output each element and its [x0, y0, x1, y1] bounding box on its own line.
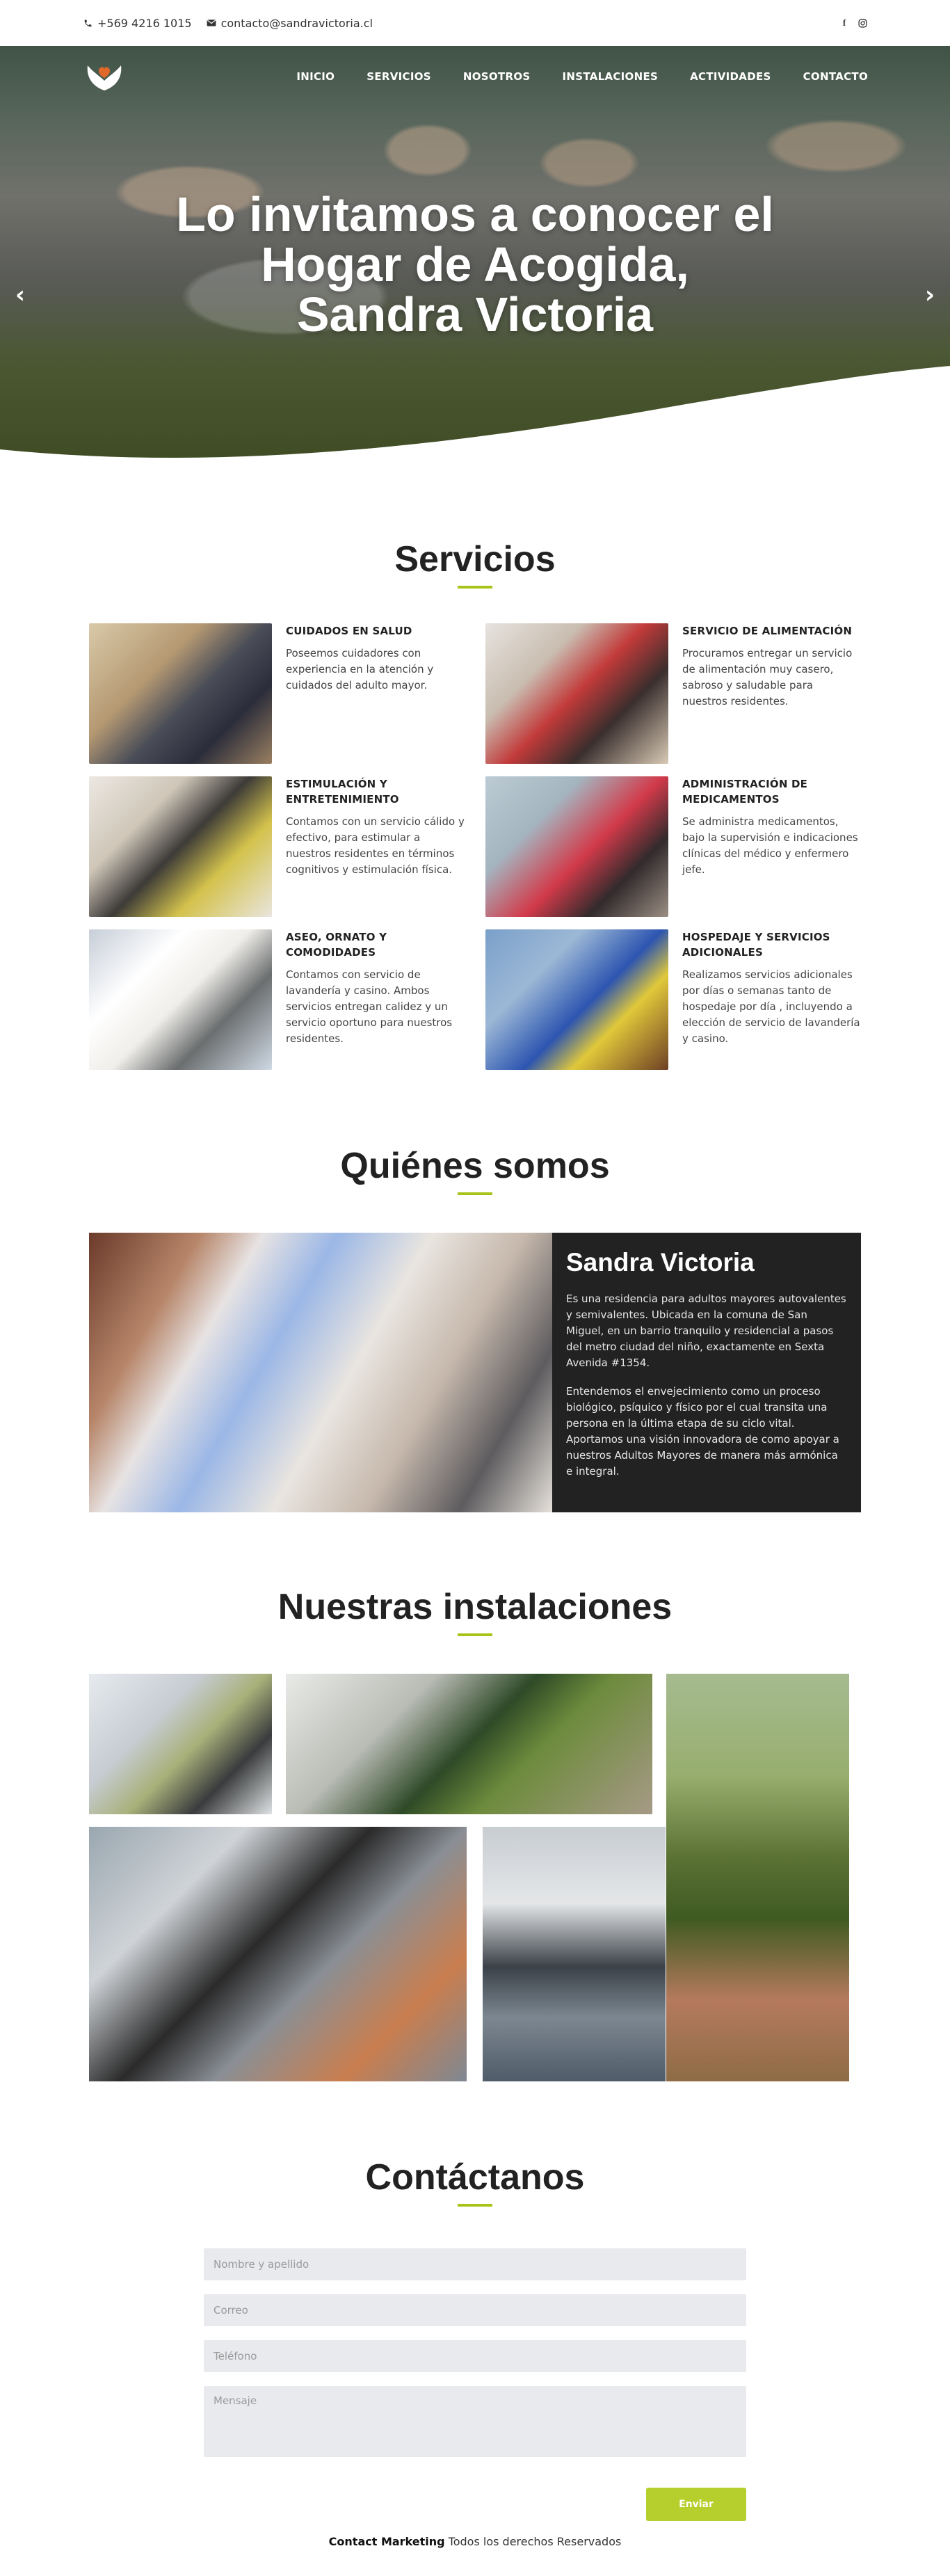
- about-text-panel: Sandra Victoria Es una residencia para a…: [552, 1233, 861, 1512]
- service-text: Procuramos entregar un servicio de alime…: [682, 647, 853, 707]
- service-image: [485, 623, 668, 764]
- section-title: Nuestras instalaciones: [277, 1587, 673, 1627]
- title-underline: [458, 2204, 492, 2207]
- service-card: ASEO, ORNATO Y COMODIDADES Contamos con s…: [89, 929, 465, 1070]
- message-field[interactable]: [204, 2386, 746, 2457]
- about-paragraph: Es una residencia para adultos mayores a…: [566, 1293, 846, 1369]
- section-title: Servicios: [394, 539, 556, 579]
- service-card: ADMINISTRACIÓN DE MEDICAMENTOS Se adminis…: [485, 776, 861, 917]
- nav-instalaciones[interactable]: INSTALACIONES: [562, 70, 658, 83]
- hero-title-line: Lo invitamos a conocer el: [176, 187, 774, 241]
- footer: Contact Marketing Todos los derechos Res…: [0, 2535, 950, 2548]
- hero-title: Lo invitamos a conocer el Hogar de Acogi…: [0, 189, 950, 339]
- envelope-icon: [206, 17, 217, 29]
- gallery-image[interactable]: [89, 1674, 272, 1814]
- service-image: [485, 776, 668, 917]
- services-section: Servicios CUIDADOS EN SALUD Poseemos cuid…: [0, 463, 950, 1070]
- section-title: Contáctanos: [365, 2157, 585, 2198]
- installations-section: Nuestras instalaciones: [0, 1512, 950, 2081]
- service-card: SERVICIO DE ALIMENTACIÓN Procuramos entre…: [485, 623, 861, 764]
- service-title: SERVICIO DE ALIMENTACIÓN: [682, 625, 853, 637]
- title-underline: [458, 586, 492, 589]
- about-image: [89, 1233, 552, 1512]
- phone-icon: [82, 17, 93, 29]
- nav-inicio[interactable]: INICIO: [296, 70, 335, 83]
- logo[interactable]: [82, 58, 127, 95]
- gallery-image[interactable]: [89, 1827, 467, 2081]
- service-card: HOSPEDAJE Y SERVICIOS ADICIONALES Realiza…: [485, 929, 861, 1070]
- service-title: ADMINISTRACIÓN DE MEDICAMENTOS: [682, 778, 808, 806]
- email-address: contacto@sandravictoria.cl: [220, 16, 373, 30]
- name-field[interactable]: [204, 2248, 746, 2280]
- menu: INICIO SERVICIOS NOSOTROS INSTALACIONES …: [296, 70, 868, 83]
- nav-nosotros[interactable]: NOSOTROS: [463, 70, 531, 83]
- about-paragraph: Entendemos el envejecimiento como un pro…: [566, 1385, 839, 1478]
- service-text: Poseemos cuidadores con experiencia en l…: [286, 647, 434, 691]
- footer-brand[interactable]: Contact Marketing: [329, 2535, 445, 2548]
- service-image: [89, 929, 272, 1070]
- about-section: Quiénes somos Sandra Victoria Es una res…: [0, 1070, 950, 1512]
- service-title: ASEO, ORNATO Y COMODIDADES: [286, 931, 387, 959]
- email-link[interactable]: contacto@sandravictoria.cl: [206, 17, 373, 30]
- service-image: [89, 623, 272, 764]
- service-title: CUIDADOS EN SALUD: [286, 625, 412, 637]
- hero-title-line: Sandra Victoria: [296, 287, 654, 342]
- contact-info: +569 4216 1015 contacto@sandravictoria.c…: [82, 17, 373, 30]
- about-box: Sandra Victoria Es una residencia para a…: [89, 1233, 861, 1512]
- services-grid: CUIDADOS EN SALUD Poseemos cuidadores con…: [89, 623, 861, 1070]
- service-card: CUIDADOS EN SALUD Poseemos cuidadores con…: [89, 623, 465, 764]
- service-text: Contamos con un servicio cálido y efecti…: [286, 815, 465, 876]
- service-title: ESTIMULACIÓN Y ENTRETENIMIENTO: [286, 778, 399, 806]
- main-nav: INICIO SERVICIOS NOSOTROS INSTALACIONES …: [0, 46, 950, 107]
- gallery-image[interactable]: [666, 1674, 849, 2081]
- send-button[interactable]: Enviar: [646, 2488, 746, 2521]
- installations-gallery: [89, 1674, 861, 2081]
- top-bar: +569 4216 1015 contacto@sandravictoria.c…: [0, 0, 950, 46]
- footer-text: Todos los derechos Reservados: [444, 2535, 622, 2548]
- service-text: Realizamos servicios adicionales por día…: [682, 968, 860, 1045]
- title-underline: [458, 1192, 492, 1195]
- hero-slider: INICIO SERVICIOS NOSOTROS INSTALACIONES …: [0, 46, 950, 463]
- service-image: [485, 929, 668, 1070]
- phone-number: +569 4216 1015: [97, 16, 192, 30]
- phone-link[interactable]: +569 4216 1015: [82, 17, 192, 30]
- gallery-image[interactable]: [286, 1674, 652, 1814]
- service-title: HOSPEDAJE Y SERVICIOS ADICIONALES: [682, 931, 830, 959]
- nav-servicios[interactable]: SERVICIOS: [367, 70, 431, 83]
- email-field[interactable]: [204, 2294, 746, 2326]
- service-text: Contamos con servicio de lavandería y ca…: [286, 968, 453, 1045]
- about-name: Sandra Victoria: [566, 1248, 755, 1277]
- nav-actividades[interactable]: ACTIVIDADES: [690, 70, 771, 83]
- service-text: Se administra medicamentos, bajo la supe…: [682, 815, 858, 876]
- nav-contacto[interactable]: CONTACTO: [803, 70, 868, 83]
- send-row: Enviar: [204, 2488, 746, 2521]
- instagram-icon[interactable]: [857, 17, 868, 29]
- phone-field[interactable]: [204, 2340, 746, 2372]
- facebook-icon[interactable]: f: [839, 17, 850, 29]
- contact-form: Enviar: [204, 2248, 746, 2521]
- gallery-image[interactable]: [483, 1827, 666, 2081]
- service-image: [89, 776, 272, 917]
- hero-title-line: Hogar de Acogida,: [261, 237, 689, 291]
- section-title: Quiénes somos: [340, 1146, 610, 1186]
- hero-wave-divider: [0, 366, 950, 463]
- service-card: ESTIMULACIÓN Y ENTRETENIMIENTO Contamos c…: [89, 776, 465, 917]
- social-links: f: [839, 17, 868, 29]
- title-underline: [458, 1633, 492, 1636]
- contact-section: Contáctanos Enviar Contact Marketing Tod…: [0, 2081, 950, 2576]
